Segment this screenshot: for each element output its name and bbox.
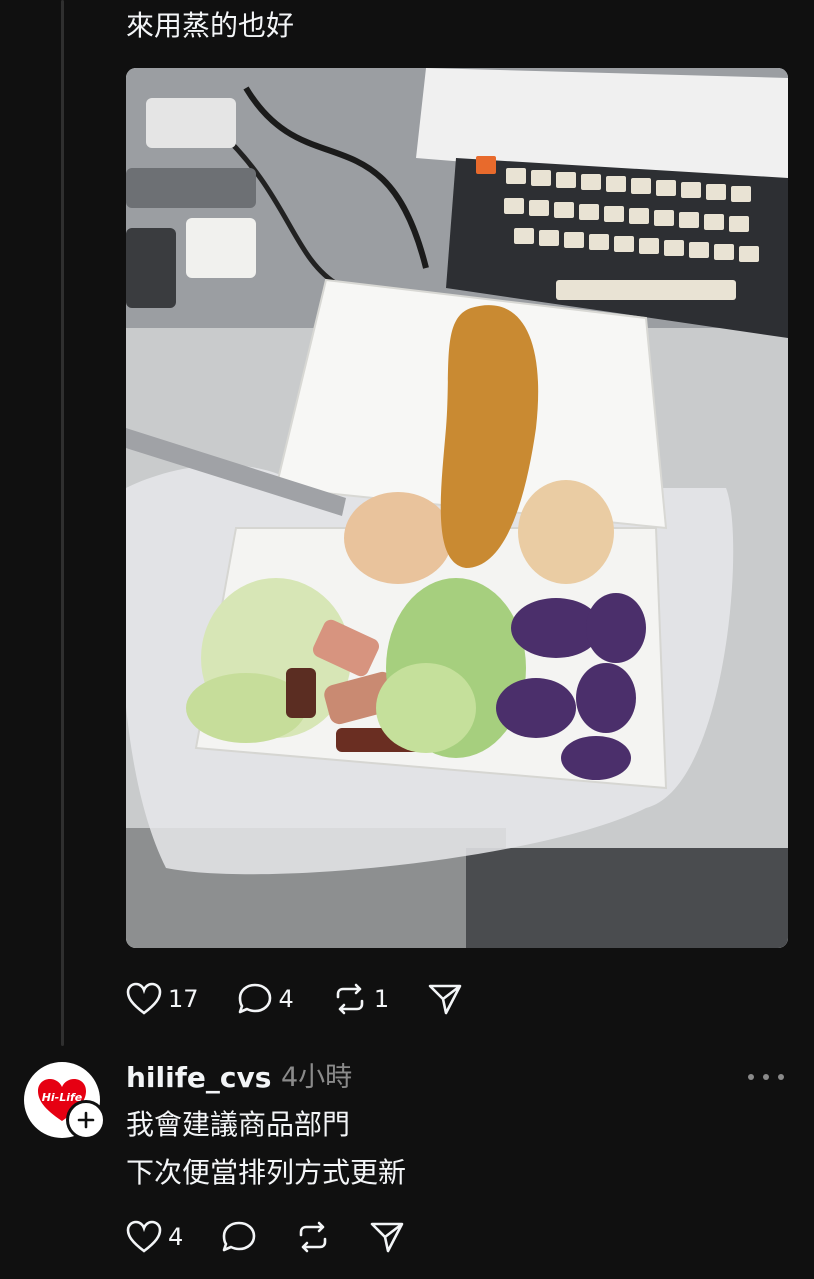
send-icon xyxy=(428,984,462,1015)
more-options-button[interactable] xyxy=(748,1062,784,1092)
reply-username[interactable]: hilife_cvs xyxy=(126,1060,271,1096)
heart-icon xyxy=(126,1220,162,1253)
reply-text-line-2: 下次便當排列方式更新 xyxy=(126,1156,407,1189)
reply-avatar[interactable]: Hi-Life xyxy=(24,1062,106,1140)
comment-button[interactable]: 4 xyxy=(237,982,294,1016)
repost-icon xyxy=(299,1221,327,1253)
post-image[interactable] xyxy=(126,68,788,948)
reply-comment-button[interactable] xyxy=(221,1220,257,1254)
reply-share-button[interactable] xyxy=(369,1220,405,1254)
post-text: 來用蒸的也好 xyxy=(126,9,295,42)
reply-like-count: 4 xyxy=(168,1223,184,1251)
reply-actions: 4 xyxy=(126,1220,443,1254)
plus-icon xyxy=(77,1111,95,1129)
more-dot-icon xyxy=(778,1074,784,1080)
like-button[interactable]: 17 xyxy=(126,982,199,1016)
comment-icon xyxy=(238,983,271,1014)
comment-icon xyxy=(222,1221,256,1252)
repost-count: 1 xyxy=(373,985,390,1013)
reply-timestamp: 4小時 xyxy=(281,1062,353,1093)
thread-line xyxy=(61,0,64,1046)
share-button[interactable] xyxy=(427,982,463,1016)
like-count: 17 xyxy=(168,985,199,1013)
repost-icon xyxy=(336,983,364,1015)
comment-count: 4 xyxy=(278,985,294,1013)
follow-button[interactable] xyxy=(66,1100,106,1140)
reply-text-line-1: 我會建議商品部門 xyxy=(126,1108,351,1141)
heart-icon xyxy=(126,982,162,1015)
more-dot-icon xyxy=(748,1074,754,1080)
reply-repost-button[interactable] xyxy=(295,1220,331,1254)
bento-photo-illustration xyxy=(126,68,788,948)
reply-like-button[interactable]: 4 xyxy=(126,1220,183,1254)
more-dot-icon xyxy=(763,1074,769,1080)
repost-button[interactable]: 1 xyxy=(332,982,389,1016)
send-icon xyxy=(370,1222,404,1253)
post-actions: 17 4 1 xyxy=(126,982,501,1016)
